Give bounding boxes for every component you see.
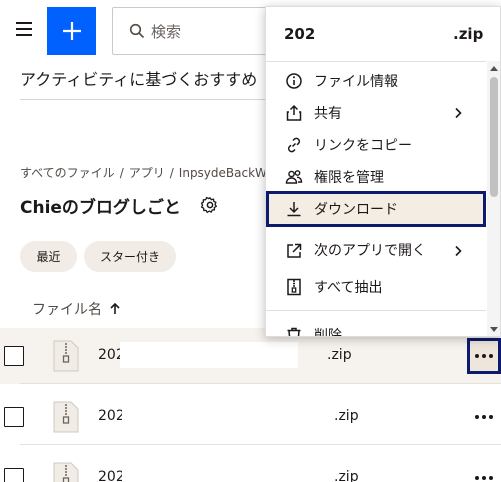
redacted-area (122, 403, 322, 429)
context-menu-file-extension: .zip (453, 25, 484, 43)
scroll-up-arrow-icon[interactable] (490, 66, 498, 71)
zip-file-icon (287, 278, 301, 296)
zip-file-icon (53, 340, 79, 372)
gear-icon[interactable] (201, 196, 219, 214)
search-input[interactable]: 検索 (112, 7, 282, 55)
more-options-button[interactable] (467, 399, 501, 435)
redacted-area (122, 464, 322, 482)
file-extension: .zip (334, 469, 359, 482)
menu-item-share[interactable]: 共有 (266, 97, 486, 129)
download-icon (287, 202, 301, 217)
open-external-icon (287, 243, 302, 258)
menu-item-extract-all[interactable]: すべて抽出 (266, 271, 486, 303)
context-menu-file-name: 202 (284, 25, 316, 43)
menu-scrollbar[interactable] (487, 61, 500, 336)
table-row[interactable]: 202 .zip (0, 450, 501, 482)
search-icon (129, 23, 145, 39)
scroll-thumb[interactable] (490, 77, 498, 197)
page-title: Chieのブログしごと (20, 198, 181, 218)
column-header-label: ファイル名 (32, 302, 102, 318)
menu-item-download[interactable]: ダウンロード (266, 191, 486, 227)
menu-item-copy-link[interactable]: リンクをコピー (266, 129, 486, 161)
breadcrumb-item-apps[interactable]: アプリ (129, 166, 165, 180)
redacted-area (120, 342, 298, 368)
divider (266, 310, 486, 311)
breadcrumb-item-all-files[interactable]: すべてのファイル (20, 166, 115, 180)
row-checkbox[interactable] (4, 407, 24, 427)
more-options-button[interactable] (467, 338, 501, 374)
row-checkbox[interactable] (4, 468, 24, 482)
filter-chip-recent[interactable]: 最近 (20, 241, 77, 272)
context-menu-header: 202 .zip (266, 7, 500, 61)
breadcrumb: すべてのファイル / アプリ / InpsydeBackW (20, 166, 267, 180)
zip-file-icon (53, 401, 79, 433)
file-name[interactable]: 202 (98, 469, 125, 482)
plus-icon (62, 22, 81, 40)
search-placeholder: 検索 (151, 22, 182, 41)
menu-hamburger-icon[interactable] (16, 22, 32, 38)
divider (20, 99, 270, 100)
zip-file-icon (53, 462, 79, 482)
activity-heading: アクティビティに基づくおすすめ (20, 70, 258, 89)
context-menu: 202 .zip ファイル情報 共有 リンクをコピー 権限を管理 ダウンロード … (265, 6, 501, 337)
more-options-button[interactable] (467, 460, 501, 482)
info-icon (286, 73, 302, 89)
row-checkbox[interactable] (4, 346, 24, 366)
filter-chip-starred[interactable]: スター付き (84, 241, 176, 272)
menu-item-file-info[interactable]: ファイル情報 (266, 65, 486, 97)
table-row[interactable]: 202 .zip (0, 389, 501, 445)
divider (266, 61, 486, 62)
divider (20, 444, 501, 445)
people-icon (285, 170, 303, 184)
menu-item-manage-permissions[interactable]: 権限を管理 (266, 161, 486, 193)
divider (20, 383, 501, 384)
file-extension: .zip (334, 408, 359, 424)
column-header-name[interactable]: ファイル名 (32, 299, 122, 319)
chevron-right-icon (455, 245, 462, 257)
file-extension: .zip (327, 347, 352, 363)
create-new-button[interactable] (47, 7, 96, 55)
breadcrumb-item-inpsyde[interactable]: InpsydeBackW (179, 166, 267, 180)
trash-icon (287, 327, 301, 336)
menu-item-open-with[interactable]: 次のアプリで開く (266, 229, 486, 273)
file-name[interactable]: 202 (98, 408, 125, 424)
menu-item-delete[interactable]: 削除 (266, 319, 486, 336)
sort-ascending-icon (110, 302, 120, 314)
share-icon (286, 104, 302, 121)
scroll-down-arrow-icon[interactable] (490, 327, 498, 332)
chevron-right-icon (455, 107, 462, 119)
link-icon (287, 137, 301, 153)
